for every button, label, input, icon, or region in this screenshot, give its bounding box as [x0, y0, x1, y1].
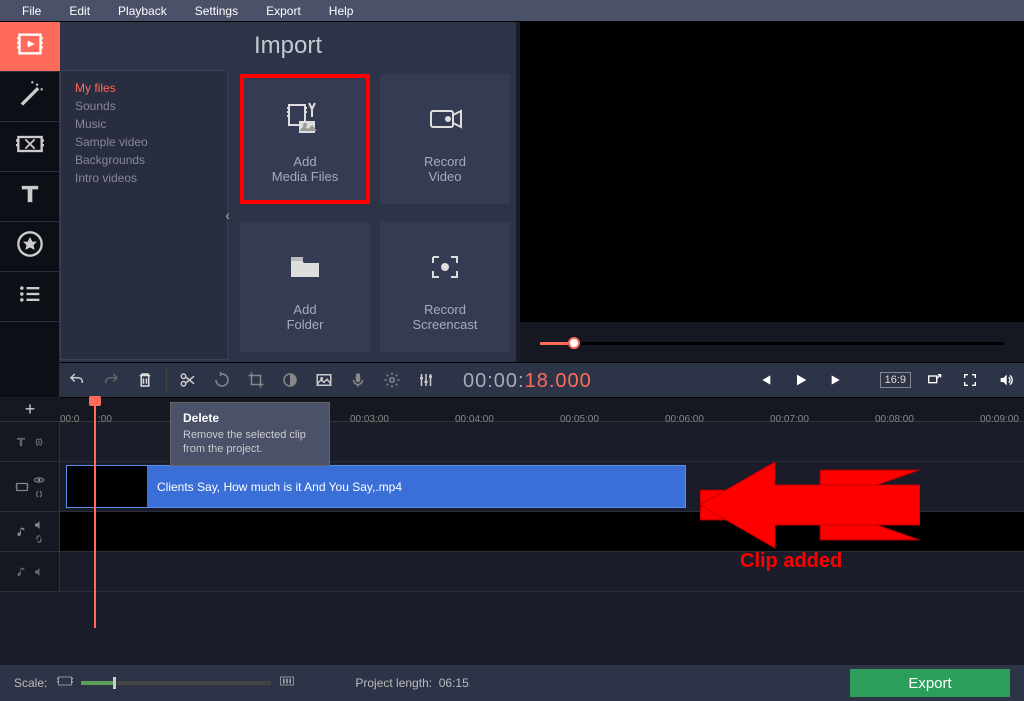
tile-label: RecordVideo — [424, 154, 466, 184]
footer: Scale: Project length: 06:15 Export — [0, 665, 1024, 701]
track-header-titles[interactable] — [0, 422, 60, 461]
tile-add-media-files[interactable]: AddMedia Files — [240, 74, 370, 204]
playhead[interactable] — [94, 398, 96, 628]
menubar: File Edit Playback Settings Export Help — [0, 0, 1024, 22]
delete-tooltip: Delete Remove the selected clip from the… — [170, 402, 330, 466]
fullscreen-button[interactable] — [955, 365, 985, 395]
redo-button[interactable] — [96, 365, 126, 395]
preview-slider[interactable] — [520, 322, 1024, 352]
collapse-handle-icon[interactable]: ‹ — [225, 207, 230, 223]
scale-out-icon[interactable] — [57, 674, 73, 692]
prev-button[interactable] — [750, 365, 780, 395]
camera-icon — [425, 94, 465, 144]
import-title: Import — [60, 22, 516, 70]
track-header-audio[interactable] — [0, 552, 60, 591]
preview-video[interactable] — [520, 22, 1024, 322]
next-button[interactable] — [822, 365, 852, 395]
menu-edit[interactable]: Edit — [55, 4, 104, 18]
scale-slider[interactable] — [81, 681, 271, 685]
tool-sidebar — [0, 22, 60, 397]
tile-add-folder[interactable]: AddFolder — [240, 222, 370, 352]
tool-titles[interactable] — [0, 172, 60, 222]
track-header-video[interactable] — [0, 462, 60, 511]
clip-filename: Clients Say, How much is it And You Say,… — [157, 480, 402, 494]
tile-record-screencast[interactable]: RecordScreencast — [380, 222, 510, 352]
tile-label: RecordScreencast — [412, 302, 477, 332]
category-my-files[interactable]: My files — [75, 79, 227, 97]
export-button[interactable]: Export — [850, 669, 1010, 697]
timeline-ruler[interactable]: + 00:0 :00 00:03:00 00:04:00 00:05:00 00… — [0, 398, 1024, 422]
color-button[interactable] — [275, 365, 305, 395]
preview-area — [520, 22, 1024, 362]
media-files-icon — [285, 94, 325, 144]
import-categories: My files Sounds Music Sample video Backg… — [60, 70, 228, 360]
screencast-icon — [425, 242, 465, 292]
menu-file[interactable]: File — [8, 4, 55, 18]
wand-icon — [16, 80, 44, 113]
project-length: Project length: 06:15 — [355, 676, 468, 690]
editor-toolbar: 00:00:18.000 16:9 — [60, 362, 1024, 398]
category-sounds[interactable]: Sounds — [75, 97, 227, 115]
crop-button[interactable] — [241, 365, 271, 395]
menu-help[interactable]: Help — [315, 4, 368, 18]
track-header-linked-audio[interactable] — [0, 512, 60, 551]
video-clip[interactable]: Clients Say, How much is it And You Say,… — [66, 465, 686, 508]
tool-stickers[interactable] — [0, 222, 60, 272]
category-music[interactable]: Music — [75, 115, 227, 133]
track-audio — [0, 552, 1024, 592]
clip-thumbnail — [67, 466, 147, 507]
tile-record-video[interactable]: RecordVideo — [380, 74, 510, 204]
volume-button[interactable] — [991, 365, 1021, 395]
slider-thumb[interactable] — [568, 337, 580, 349]
tool-filters[interactable] — [0, 72, 60, 122]
scale-in-icon[interactable] — [279, 674, 295, 692]
add-track-button[interactable]: + — [0, 398, 60, 422]
equalizer-button[interactable] — [411, 365, 441, 395]
sticker-icon — [16, 230, 44, 263]
track-titles — [0, 422, 1024, 462]
delete-button[interactable] — [130, 365, 160, 395]
tile-label: AddFolder — [287, 302, 324, 332]
tile-label: AddMedia Files — [272, 154, 338, 184]
undo-button[interactable] — [62, 365, 92, 395]
list-icon — [16, 280, 44, 313]
image-button[interactable] — [309, 365, 339, 395]
scale-label: Scale: — [14, 676, 47, 690]
settings-button[interactable] — [377, 365, 407, 395]
timecode-display: 00:00:18.000 — [463, 368, 592, 393]
tool-transitions[interactable] — [0, 122, 60, 172]
import-panel: Import My files Sounds Music Sample vide… — [60, 22, 516, 362]
rotate-button[interactable] — [207, 365, 237, 395]
tooltip-title: Delete — [183, 411, 317, 425]
split-button[interactable] — [173, 365, 203, 395]
category-backgrounds[interactable]: Backgrounds — [75, 151, 227, 169]
folder-icon — [285, 242, 325, 292]
transitions-icon — [16, 130, 44, 163]
annotation-label: Clip added — [740, 550, 842, 573]
annotation-arrow-icon — [700, 460, 920, 555]
tool-import[interactable] — [0, 22, 60, 72]
scale-thumb[interactable] — [113, 677, 116, 689]
menu-settings[interactable]: Settings — [181, 4, 252, 18]
mic-button[interactable] — [343, 365, 373, 395]
play-button[interactable] — [786, 365, 816, 395]
menu-export[interactable]: Export — [252, 4, 315, 18]
tool-more[interactable] — [0, 272, 60, 322]
aspect-ratio-button[interactable]: 16:9 — [880, 372, 911, 388]
category-sample-video[interactable]: Sample video — [75, 133, 227, 151]
menu-playback[interactable]: Playback — [104, 4, 181, 18]
text-icon — [16, 180, 44, 213]
tooltip-body: Remove the selected clip from the projec… — [183, 428, 317, 457]
detach-button[interactable] — [919, 365, 949, 395]
import-icon — [16, 30, 44, 63]
category-intro-videos[interactable]: Intro videos — [75, 169, 227, 187]
